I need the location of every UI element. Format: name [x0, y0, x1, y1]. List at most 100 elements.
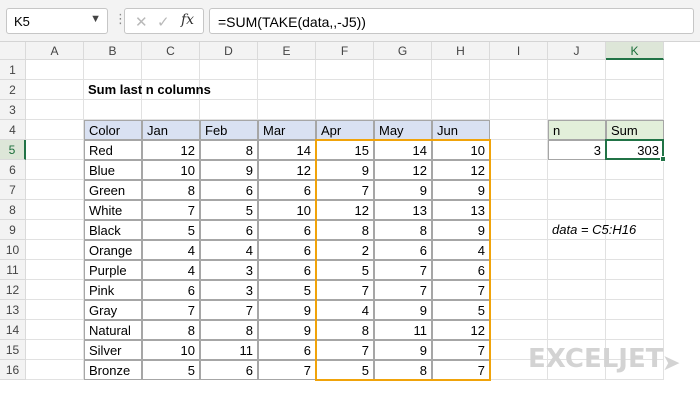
value-cell[interactable]: 14 [374, 140, 432, 160]
cell[interactable] [490, 200, 548, 220]
cell[interactable] [490, 80, 548, 100]
cell[interactable] [374, 100, 432, 120]
sum-result-cell[interactable]: 303 [606, 140, 664, 160]
value-cell[interactable]: 7 [142, 300, 200, 320]
cell[interactable] [606, 260, 664, 280]
value-cell[interactable]: 12 [142, 140, 200, 160]
value-cell[interactable]: 12 [432, 320, 490, 340]
table-header-color[interactable]: Color [84, 120, 142, 140]
value-cell[interactable]: 6 [374, 240, 432, 260]
cell[interactable] [490, 220, 548, 240]
cell[interactable] [548, 60, 606, 80]
value-cell[interactable]: 9 [374, 180, 432, 200]
cell[interactable] [258, 100, 316, 120]
value-cell[interactable]: 7 [258, 360, 316, 380]
value-cell[interactable]: 8 [316, 220, 374, 240]
cell[interactable] [26, 300, 84, 320]
row-header-3[interactable]: 3 [0, 100, 26, 120]
cell[interactable] [26, 220, 84, 240]
value-cell[interactable]: 11 [200, 340, 258, 360]
row-header-13[interactable]: 13 [0, 300, 26, 320]
row-header-9[interactable]: 9 [0, 220, 26, 240]
value-cell[interactable]: 4 [142, 260, 200, 280]
value-cell[interactable]: 5 [258, 280, 316, 300]
row-header-2[interactable]: 2 [0, 80, 26, 100]
table-header-apr[interactable]: Apr [316, 120, 374, 140]
column-header-f[interactable]: F [316, 42, 374, 60]
cell[interactable] [26, 260, 84, 280]
cell[interactable] [548, 260, 606, 280]
value-cell[interactable]: 4 [432, 240, 490, 260]
column-header-c[interactable]: C [142, 42, 200, 60]
value-cell[interactable]: 3 [200, 280, 258, 300]
cell[interactable] [606, 160, 664, 180]
row-header-12[interactable]: 12 [0, 280, 26, 300]
cell[interactable] [490, 160, 548, 180]
cell[interactable] [606, 280, 664, 300]
cancel-icon[interactable]: ✕ [135, 13, 148, 31]
enter-icon[interactable]: ✓ [157, 13, 170, 31]
row-header-10[interactable]: 10 [0, 240, 26, 260]
value-cell[interactable]: 7 [374, 260, 432, 280]
value-cell[interactable]: 5 [200, 200, 258, 220]
value-cell[interactable]: 6 [258, 340, 316, 360]
value-cell[interactable]: 12 [374, 160, 432, 180]
value-cell[interactable]: 11 [374, 320, 432, 340]
value-cell[interactable]: 2 [316, 240, 374, 260]
column-header-e[interactable]: E [258, 42, 316, 60]
value-cell[interactable]: 10 [142, 160, 200, 180]
value-cell[interactable]: 7 [374, 280, 432, 300]
color-name-cell[interactable]: Bronze [84, 360, 142, 380]
value-cell[interactable]: 6 [200, 220, 258, 240]
row-header-4[interactable]: 4 [0, 120, 26, 140]
select-all-corner[interactable] [0, 42, 26, 60]
value-cell[interactable]: 7 [432, 340, 490, 360]
cell[interactable] [26, 280, 84, 300]
value-cell[interactable]: 9 [432, 220, 490, 240]
column-header-k[interactable]: K [606, 42, 664, 60]
cell[interactable] [26, 200, 84, 220]
cell[interactable] [606, 80, 664, 100]
cell[interactable] [606, 100, 664, 120]
row-header-7[interactable]: 7 [0, 180, 26, 200]
sheet-title[interactable]: Sum last n columns [84, 80, 384, 100]
column-header-b[interactable]: B [84, 42, 142, 60]
value-cell[interactable]: 9 [258, 300, 316, 320]
column-header-h[interactable]: H [432, 42, 490, 60]
color-name-cell[interactable]: Gray [84, 300, 142, 320]
value-cell[interactable]: 6 [200, 180, 258, 200]
color-name-cell[interactable]: Red [84, 140, 142, 160]
fill-handle[interactable] [660, 156, 666, 162]
value-cell[interactable]: 12 [316, 200, 374, 220]
value-cell[interactable]: 8 [200, 320, 258, 340]
cell[interactable] [26, 240, 84, 260]
cell[interactable] [84, 60, 142, 80]
cell[interactable] [548, 80, 606, 100]
cell[interactable] [26, 320, 84, 340]
cell[interactable] [490, 280, 548, 300]
cell[interactable] [606, 240, 664, 260]
color-name-cell[interactable]: Silver [84, 340, 142, 360]
cell[interactable] [490, 60, 548, 80]
chevron-down-icon[interactable]: ▼ [90, 13, 101, 25]
cell[interactable] [606, 180, 664, 200]
value-cell[interactable]: 6 [258, 260, 316, 280]
value-cell[interactable]: 5 [316, 360, 374, 380]
color-name-cell[interactable]: Orange [84, 240, 142, 260]
cell[interactable] [606, 60, 664, 80]
table-header-feb[interactable]: Feb [200, 120, 258, 140]
fx-icon[interactable]: fx [181, 12, 194, 28]
cell[interactable] [84, 100, 142, 120]
value-cell[interactable]: 6 [432, 260, 490, 280]
cell[interactable] [432, 80, 490, 100]
value-cell[interactable]: 10 [258, 200, 316, 220]
cell[interactable] [316, 60, 374, 80]
value-cell[interactable]: 12 [258, 160, 316, 180]
value-cell[interactable]: 13 [432, 200, 490, 220]
column-header-d[interactable]: D [200, 42, 258, 60]
row-header-11[interactable]: 11 [0, 260, 26, 280]
value-cell[interactable]: 13 [374, 200, 432, 220]
table-header-mar[interactable]: Mar [258, 120, 316, 140]
value-cell[interactable]: 3 [200, 260, 258, 280]
cell[interactable] [548, 180, 606, 200]
